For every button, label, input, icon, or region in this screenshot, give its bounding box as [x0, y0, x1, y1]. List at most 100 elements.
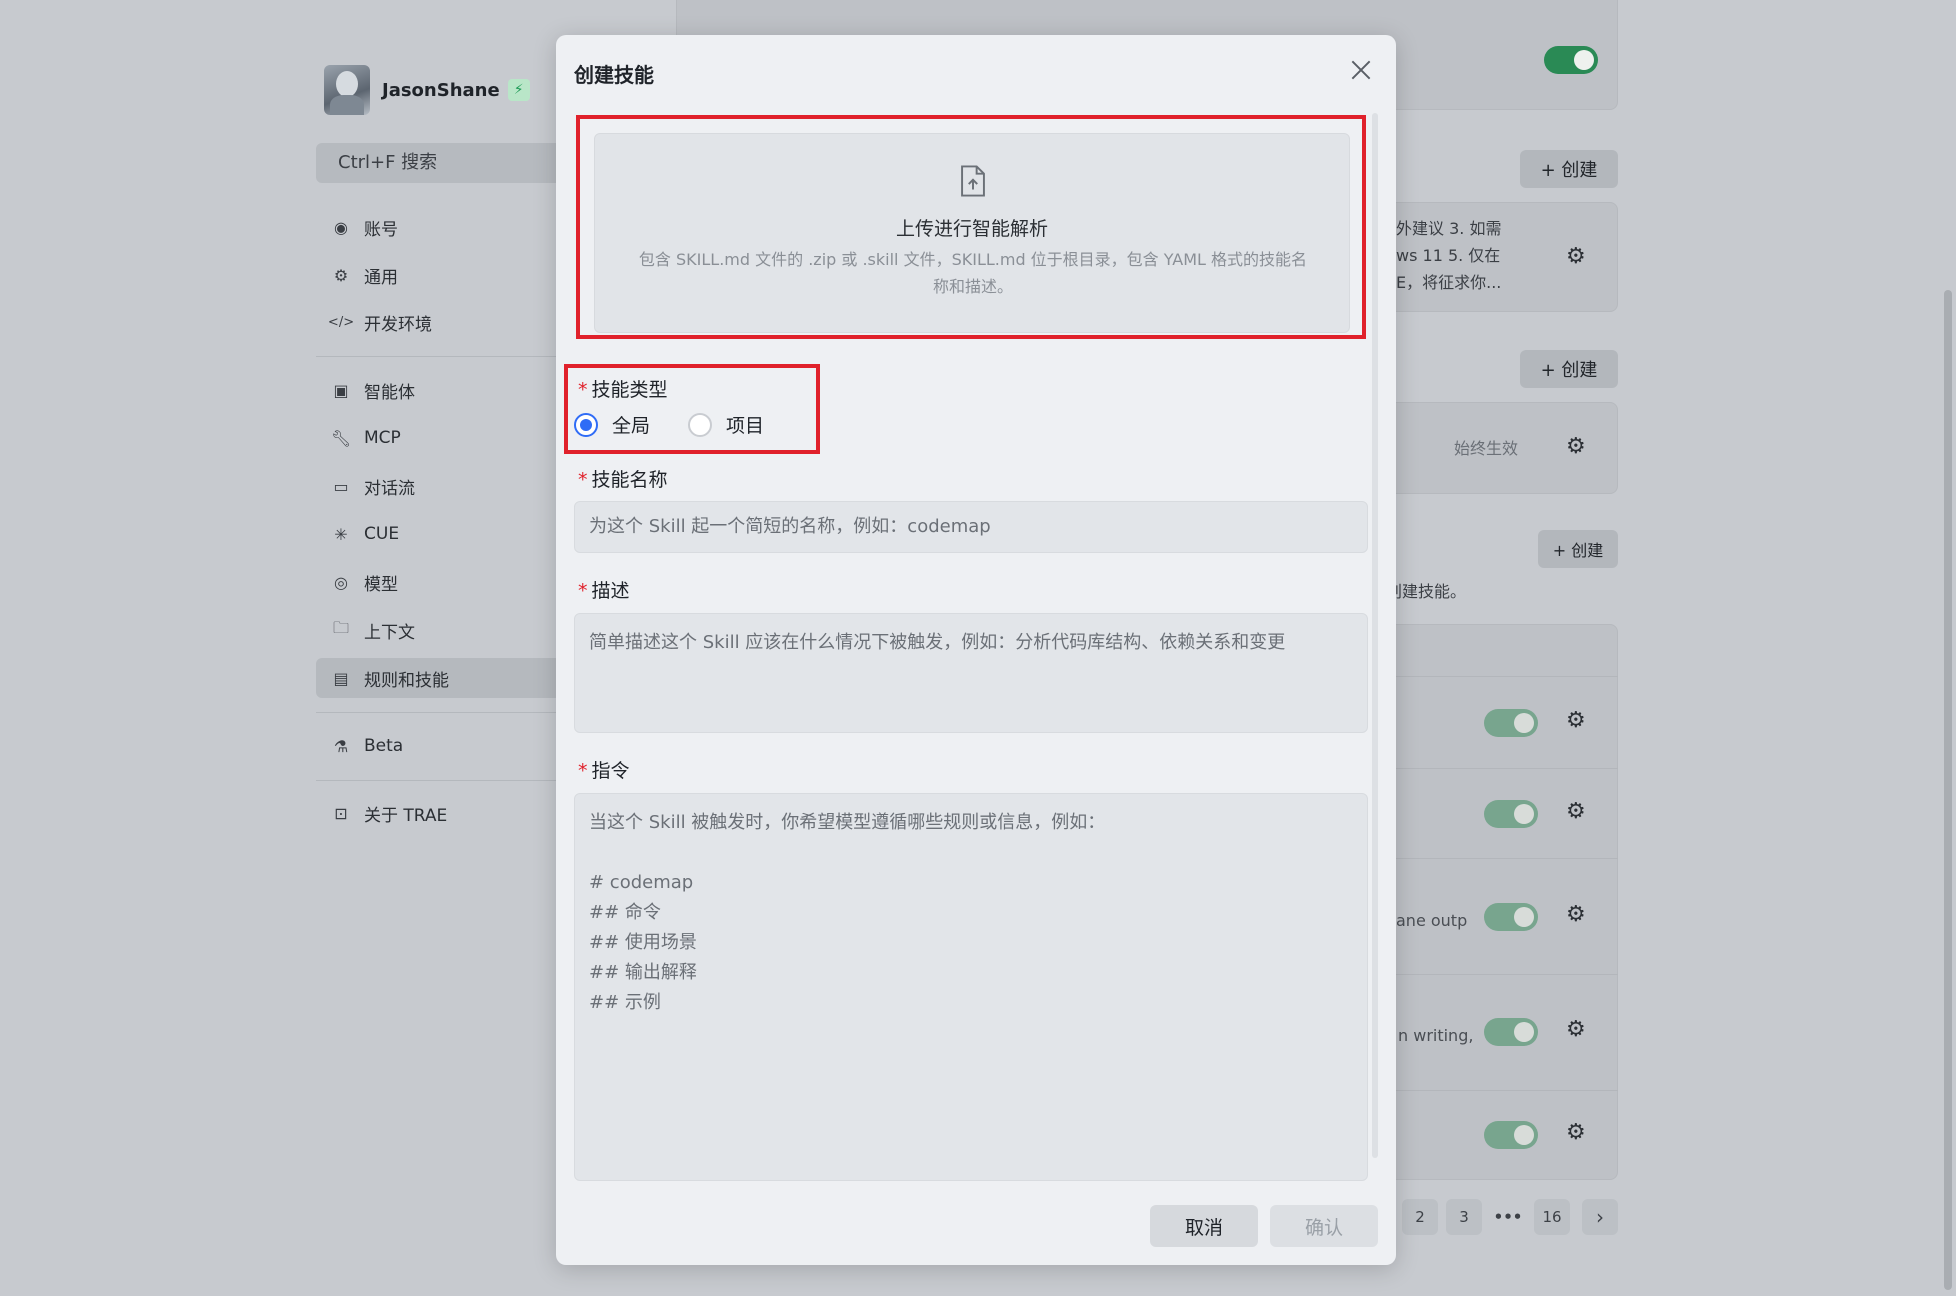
next-page-button[interactable]: ›: [1582, 1199, 1618, 1235]
sidebar-item-context[interactable]: 🗀︎ 上下文: [316, 610, 566, 650]
instruction-label: * 指令: [578, 756, 630, 783]
sidebar-item-rules-skills[interactable]: ▤ 规则和技能: [316, 658, 566, 698]
top-toggle[interactable]: [1544, 46, 1598, 74]
create-button-2[interactable]: + 创建: [1520, 350, 1618, 388]
radio-project[interactable]: 项目: [688, 411, 764, 438]
upload-dropzone[interactable]: 上传进行智能解析 包含 SKILL.md 文件的 .zip 或 .skill 文…: [594, 133, 1350, 333]
skill-toggle-3[interactable]: [1484, 903, 1538, 931]
avatar: [324, 65, 370, 115]
sidebar-item-label: 上下文: [364, 622, 415, 643]
page-2[interactable]: 2: [1402, 1199, 1438, 1235]
sidebar-item-label: MCP: [364, 428, 401, 448]
sidebar-item-cue[interactable]: ✳ CUE: [316, 514, 566, 554]
sidebar-item-about[interactable]: ⊡ 关于 TRAE: [316, 793, 566, 833]
instruction-textarea[interactable]: 当这个 Skill 被触发时，你希望模型遵循哪些规则或信息，例如： # code…: [574, 793, 1368, 1181]
gear-icon[interactable]: ⚙: [1566, 799, 1586, 824]
sidebar-item-label: 关于 TRAE: [364, 805, 448, 826]
sidebar-item-label: 规则和技能: [364, 670, 449, 691]
page-16[interactable]: 16: [1534, 1199, 1570, 1235]
required-mark: *: [578, 469, 588, 491]
gear-icon[interactable]: ⚙: [1566, 902, 1586, 927]
create-skill-hint: 创建技能。: [1386, 582, 1467, 601]
skill-toggle-4[interactable]: [1484, 1018, 1538, 1046]
file-upload-icon: [961, 165, 985, 197]
skill-name-label: * 技能名称: [578, 465, 668, 492]
always-active-label: 始终生效: [1454, 439, 1519, 458]
sidebar-item-label: Beta: [364, 736, 404, 756]
description-label: * 描述: [578, 576, 630, 603]
sidebar-divider: [316, 356, 566, 357]
page-3[interactable]: 3: [1446, 1199, 1482, 1235]
radio-unchecked-icon: [688, 412, 713, 437]
upload-title: 上传进行智能解析: [895, 218, 1048, 240]
sidebar-divider: [316, 780, 566, 781]
model-icon: ◎: [334, 572, 348, 592]
rule-card-1-text: 外建议 3. 如需 ws 11 5. 仅在 E，将征求你...: [1396, 219, 1502, 292]
gear-icon[interactable]: ⚙: [1566, 1017, 1586, 1042]
confirm-button[interactable]: 确认: [1270, 1205, 1378, 1247]
flask-icon: ⚗: [333, 736, 349, 756]
gear-icon[interactable]: ⚙: [1566, 434, 1586, 459]
user-profile[interactable]: JasonShane ⚡: [324, 62, 530, 118]
sidebar-item-label: CUE: [364, 524, 400, 544]
sidebar-item-model[interactable]: ◎ 模型: [316, 562, 566, 602]
dialog-scrollbar[interactable]: [1372, 113, 1378, 1158]
username: JasonShane: [382, 79, 500, 101]
skill-toggle-2[interactable]: [1484, 800, 1538, 828]
sidebar-item-label: 通用: [364, 267, 398, 288]
sidebar-item-chat-flow[interactable]: ▭ 对话流: [316, 466, 566, 506]
radio-checked-icon: [574, 412, 598, 437]
terminal-icon: ▭: [333, 476, 349, 496]
page-scrollbar[interactable]: [1944, 290, 1952, 1290]
sidebar-item-label: 智能体: [364, 382, 415, 403]
gear-icon[interactable]: ⚙: [1566, 244, 1586, 269]
cancel-button[interactable]: 取消: [1150, 1205, 1258, 1247]
sidebar-item-account[interactable]: ◉ 账号: [316, 207, 566, 247]
required-mark: *: [578, 760, 588, 782]
gear-icon: ⚙: [333, 265, 349, 285]
skill-toggle-5[interactable]: [1484, 1121, 1538, 1149]
sidebar-item-general[interactable]: ⚙ 通用: [316, 255, 566, 295]
sidebar-divider: [316, 712, 566, 713]
book-icon: ▤: [333, 668, 349, 688]
create-button-1[interactable]: + 创建: [1520, 150, 1618, 188]
sidebar-item-agent[interactable]: ▣ 智能体: [316, 370, 566, 410]
skill-type-label: * 技能类型: [578, 375, 668, 402]
sidebar-item-label: 对话流: [364, 478, 415, 499]
skill-row-4-text: n writing,: [1398, 1026, 1474, 1045]
required-mark: *: [578, 580, 588, 602]
agent-icon: ▣: [333, 380, 349, 400]
pro-badge-icon: ⚡: [507, 79, 530, 101]
label-text: 描述: [591, 580, 630, 602]
required-mark: *: [578, 379, 588, 401]
radio-label: 全局: [612, 415, 651, 437]
page-ellipsis[interactable]: •••: [1490, 1199, 1526, 1235]
code-icon: </>: [327, 314, 355, 330]
skill-name-input[interactable]: 为这个 Skill 起一个简短的名称，例如：codemap: [574, 501, 1368, 553]
gear-icon[interactable]: ⚙: [1566, 708, 1586, 733]
sidebar-item-label: 账号: [364, 219, 398, 240]
label-text: 技能名称: [591, 469, 668, 491]
skill-type-radio-group: 全局 项目: [574, 411, 802, 438]
wrench-icon: 🔧︎: [330, 428, 352, 448]
dialog-title: 创建技能: [574, 63, 654, 87]
folder-icon: 🗀︎: [332, 617, 349, 637]
close-icon[interactable]: [1348, 57, 1374, 83]
sidebar-item-dev-env[interactable]: </> 开发环境: [316, 302, 566, 342]
sidebar-item-mcp[interactable]: 🔧︎ MCP: [316, 418, 566, 458]
skill-toggle-1[interactable]: [1484, 709, 1538, 737]
search-input[interactable]: Ctrl+F 搜索: [316, 143, 566, 183]
radio-label: 项目: [726, 415, 765, 437]
trae-icon: ⊡: [334, 803, 348, 823]
description-textarea[interactable]: 简单描述这个 Skill 应该在什么情况下被触发，例如：分析代码库结构、依赖关系…: [574, 613, 1368, 733]
create-skill-dialog: 创建技能 上传进行智能解析 包含 SKILL.md 文件的 .zip 或 .sk…: [556, 35, 1396, 1265]
sidebar-item-label: 开发环境: [364, 314, 432, 335]
skill-row-3-text: ane outp: [1396, 911, 1468, 930]
radio-global[interactable]: 全局: [574, 411, 650, 438]
sidebar-item-label: 模型: [364, 574, 398, 595]
label-text: 指令: [591, 760, 630, 782]
gear-icon[interactable]: ⚙: [1566, 1120, 1586, 1145]
create-skill-button[interactable]: + 创建: [1538, 530, 1618, 568]
upload-description: 包含 SKILL.md 文件的 .zip 或 .skill 文件，SKILL.m…: [638, 250, 1308, 296]
sidebar-item-beta[interactable]: ⚗ Beta: [316, 726, 566, 766]
